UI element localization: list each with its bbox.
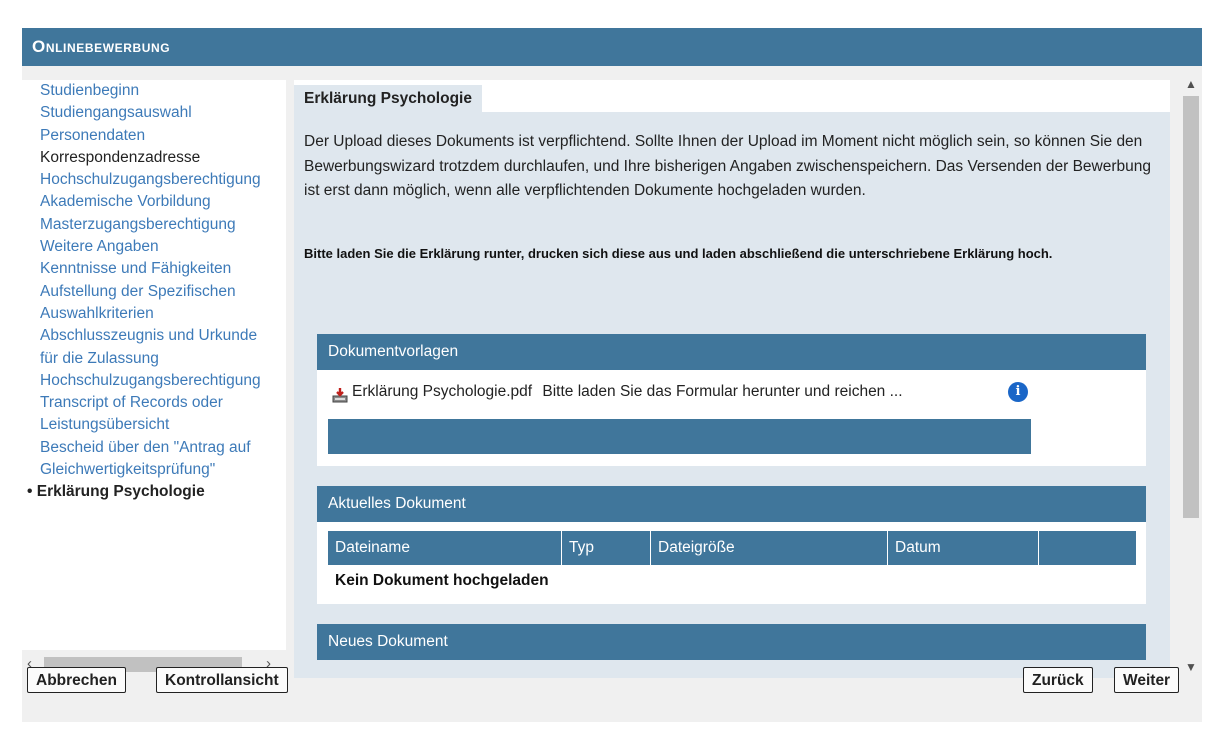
nav-item[interactable]: Studienbeginn (40, 80, 286, 102)
template-file-row: Erklärung Psychologie.pdf Bitte laden Si… (328, 379, 1030, 419)
instruction-text: Bitte laden Sie die Erklärung runter, dr… (304, 246, 1053, 261)
nav-item[interactable]: Auswahlkriterien (40, 303, 286, 325)
nav-item[interactable]: Bescheid über den "Antrag auf (40, 437, 286, 459)
column-header-datum[interactable]: Datum (887, 531, 1039, 565)
cancel-button[interactable]: Abbrechen (27, 667, 126, 693)
section-tab-title: Erklärung Psychologie (294, 85, 482, 112)
application-frame: Onlinebewerbung Studienbeginn Studiengang… (22, 28, 1202, 722)
nav-item[interactable]: Korrespondenzadresse (40, 147, 286, 169)
templates-header: Dokumentvorlagen (317, 334, 1146, 370)
nav-item[interactable]: Transcript of Records oder (40, 392, 286, 414)
template-file-description: Bitte laden Sie das Formular herunter un… (542, 383, 903, 400)
nav-item[interactable]: Abschlusszeugnis und Urkunde (40, 325, 286, 347)
templates-title: Dokumentvorlagen (328, 343, 459, 360)
current-document-body: Dateiname Typ Dateigröße Datum Kein Doku… (317, 522, 1146, 604)
nav-item[interactable]: Personendaten (40, 125, 286, 147)
nav-item[interactable]: Akademische Vorbildung (40, 191, 286, 213)
templates-footer-bar (328, 419, 1031, 454)
back-button[interactable]: Zurück (1023, 667, 1093, 693)
wizard-step-nav: Studienbeginn Studiengangsauswahl Personen… (22, 80, 286, 650)
table-header-row: Dateiname Typ Dateigröße Datum (328, 531, 1136, 565)
scroll-down-icon[interactable]: ▼ (1185, 660, 1197, 674)
column-header-dateigroesse[interactable]: Dateigröße (650, 531, 888, 565)
app-title: Onlinebewerbung (32, 37, 171, 56)
column-header-dateiname[interactable]: Dateiname (328, 531, 562, 565)
review-button[interactable]: Kontrollansicht (156, 667, 288, 693)
empty-table-message: Kein Dokument hochgeladen (335, 572, 549, 589)
nav-item[interactable]: Leistungsübersicht (40, 414, 286, 436)
current-document-title: Aktuelles Dokument (328, 495, 466, 512)
nav-item: • Erklärung Psychologie (27, 483, 205, 501)
template-file-link[interactable]: Erklärung Psychologie.pdf Bitte laden Si… (352, 383, 903, 401)
scroll-thumb[interactable] (1183, 96, 1199, 518)
nav-item[interactable]: Aufstellung der Spezifischen (40, 281, 286, 303)
document-table: Dateiname Typ Dateigröße Datum Kein Doku… (328, 531, 1136, 597)
templates-body: Erklärung Psychologie.pdf Bitte laden Si… (317, 370, 1146, 466)
nav-item[interactable]: Kenntnisse und Fähigkeiten (40, 258, 286, 280)
title-bar: Onlinebewerbung (22, 28, 1202, 66)
table-row: Kein Dokument hochgeladen (328, 565, 1136, 597)
nav-item[interactable]: Gleichwertigkeitsprüfung" (40, 459, 286, 481)
new-document-header: Neues Dokument (317, 624, 1146, 660)
nav-item[interactable]: Hochschulzugangsberechtigung (40, 370, 286, 392)
nav-item[interactable]: Weitere Angaben (40, 236, 286, 258)
nav-item[interactable]: Masterzugangsberechtigung (40, 214, 286, 236)
nav-item[interactable]: für die Zulassung (40, 348, 286, 370)
nav-item[interactable]: Hochschulzugangsberechtigung (40, 169, 286, 191)
info-icon[interactable]: i (1008, 382, 1028, 402)
vertical-scrollbar[interactable]: ▲ ▼ (1180, 76, 1202, 678)
nav-item[interactable]: Studiengangsauswahl (40, 102, 286, 124)
column-header-typ[interactable]: Typ (561, 531, 651, 565)
template-file-name[interactable]: Erklärung Psychologie.pdf (352, 383, 532, 400)
column-header-actions (1038, 531, 1136, 565)
download-icon[interactable] (332, 387, 348, 403)
content-panel: Der Upload dieses Dokuments ist verpflic… (294, 112, 1170, 678)
current-document-header: Aktuelles Dokument (317, 486, 1146, 522)
new-document-title: Neues Dokument (328, 633, 448, 650)
intro-text: Der Upload dieses Dokuments ist verpflic… (304, 133, 1151, 199)
next-button[interactable]: Weiter (1114, 667, 1180, 693)
scroll-up-icon[interactable]: ▲ (1185, 77, 1197, 91)
content-area: Erklärung Psychologie Der Upload dieses … (294, 80, 1170, 678)
